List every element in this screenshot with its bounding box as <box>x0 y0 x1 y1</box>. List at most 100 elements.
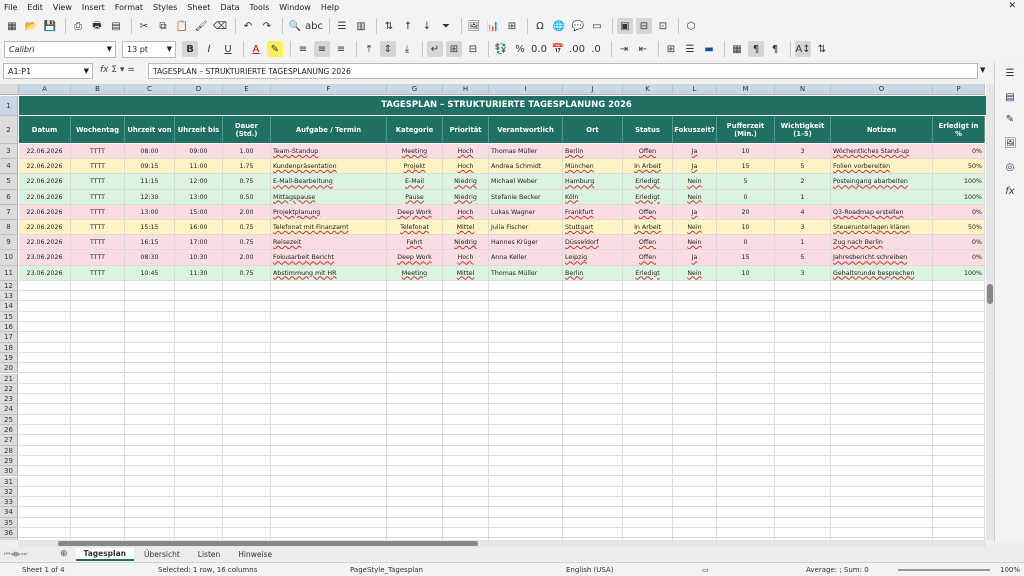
empty-cell[interactable] <box>223 311 271 322</box>
table-cell[interactable]: Erledigt <box>623 189 673 205</box>
empty-cell[interactable] <box>387 425 443 436</box>
table-cell[interactable]: Andrea Schmidt <box>489 159 563 175</box>
find-replace-icon[interactable]: 🔍 <box>287 18 303 34</box>
table-cell[interactable]: Niedrig <box>443 235 489 251</box>
row-header[interactable]: 9 <box>0 235 18 251</box>
empty-cell[interactable] <box>125 528 175 539</box>
tab-3[interactable]: Listen <box>190 549 228 560</box>
empty-cell[interactable] <box>831 414 933 425</box>
table-cell[interactable]: Posteingang abarbeiten <box>831 174 933 190</box>
empty-cell[interactable] <box>175 445 223 456</box>
empty-cell[interactable] <box>175 383 223 395</box>
row-header[interactable]: 31 <box>0 476 18 487</box>
special-character-icon[interactable]: Ω <box>532 18 548 34</box>
empty-cell[interactable] <box>19 486 71 498</box>
save-icon[interactable]: 💾 <box>42 18 58 34</box>
menu-item-styles[interactable]: Styles <box>153 3 177 12</box>
empty-cell[interactable] <box>673 414 717 425</box>
empty-cell[interactable] <box>933 455 985 467</box>
empty-cell[interactable] <box>673 291 717 302</box>
empty-cell[interactable] <box>71 352 125 364</box>
table-cell[interactable]: TTTT <box>71 144 125 160</box>
empty-cell[interactable] <box>387 517 443 528</box>
empty-cell[interactable] <box>19 311 71 322</box>
spelling-icon[interactable]: abc <box>305 18 323 34</box>
add-sheet-icon[interactable]: ⊕ <box>60 549 68 559</box>
column-icon[interactable]: ▥ <box>353 18 369 34</box>
column-title[interactable]: Datum <box>19 116 71 143</box>
column-title[interactable]: Status <box>623 116 673 143</box>
empty-cell[interactable] <box>831 507 933 518</box>
empty-cell[interactable] <box>443 301 489 312</box>
functions-icon[interactable]: fx <box>1004 186 1016 198</box>
table-cell[interactable]: 1.00 <box>223 144 271 160</box>
menu-item-sheet[interactable]: Sheet <box>187 3 210 12</box>
empty-cell[interactable] <box>933 373 985 384</box>
table-cell[interactable]: Thomas Müller <box>489 265 563 281</box>
empty-cell[interactable] <box>775 383 831 395</box>
empty-cell[interactable] <box>673 342 717 353</box>
table-cell[interactable]: In Arbeit <box>623 159 673 175</box>
empty-cell[interactable] <box>19 332 71 343</box>
empty-cell[interactable] <box>775 486 831 498</box>
empty-cell[interactable] <box>933 363 985 374</box>
table-cell[interactable]: 0.75 <box>223 265 271 281</box>
empty-cell[interactable] <box>489 497 563 508</box>
align-left-icon[interactable]: ≡ <box>295 41 311 57</box>
menu-item-tools[interactable]: Tools <box>250 3 270 12</box>
empty-cell[interactable] <box>19 507 71 518</box>
border-color-icon[interactable]: ▬ <box>701 41 717 57</box>
empty-cell[interactable] <box>125 311 175 322</box>
empty-cell[interactable] <box>125 435 175 446</box>
empty-cell[interactable] <box>19 435 71 446</box>
empty-cell[interactable] <box>775 435 831 446</box>
column-header-j[interactable]: J <box>563 84 623 95</box>
empty-cell[interactable] <box>563 280 623 292</box>
table-cell[interactable]: 09:00 <box>175 144 223 160</box>
table-cell[interactable]: Thomas Müller <box>489 144 563 160</box>
table-cell[interactable]: 15 <box>717 159 775 175</box>
empty-cell[interactable] <box>71 435 125 446</box>
empty-cell[interactable] <box>271 373 387 384</box>
empty-cell[interactable] <box>563 517 623 528</box>
empty-cell[interactable] <box>387 486 443 498</box>
empty-cell[interactable] <box>933 445 985 456</box>
empty-cell[interactable] <box>271 455 387 467</box>
empty-cell[interactable] <box>223 497 271 508</box>
empty-cell[interactable] <box>175 291 223 302</box>
empty-cell[interactable] <box>125 507 175 518</box>
empty-cell[interactable] <box>933 466 985 477</box>
empty-cell[interactable] <box>125 394 175 405</box>
row-header[interactable]: 22 <box>0 383 18 395</box>
table-cell[interactable]: Offen <box>623 144 673 160</box>
empty-cell[interactable] <box>443 435 489 446</box>
table-cell[interactable]: Hamburg <box>563 174 623 190</box>
table-cell[interactable]: 17:00 <box>175 235 223 251</box>
table-cell[interactable]: 22.06.2026 <box>19 189 71 205</box>
empty-cell[interactable] <box>717 507 775 518</box>
row-header[interactable]: 3 <box>0 144 18 160</box>
empty-cell[interactable] <box>933 414 985 425</box>
currency-format-icon[interactable]: 💱 <box>493 41 509 57</box>
empty-cell[interactable] <box>223 476 271 487</box>
empty-cell[interactable] <box>717 517 775 528</box>
empty-cell[interactable] <box>563 404 623 415</box>
empty-cell[interactable] <box>831 476 933 487</box>
table-cell[interactable]: TTTT <box>71 204 125 220</box>
empty-cell[interactable] <box>175 476 223 487</box>
table-cell[interactable]: Fokusarbeit Bericht <box>271 250 387 266</box>
row-header[interactable]: 12 <box>0 280 18 292</box>
column-header-k[interactable]: K <box>623 84 673 95</box>
empty-cell[interactable] <box>443 342 489 353</box>
empty-cell[interactable] <box>717 342 775 353</box>
table-cell[interactable]: Reisezeit <box>271 235 387 251</box>
table-cell[interactable]: Michael Weber <box>489 174 563 190</box>
empty-cell[interactable] <box>563 301 623 312</box>
empty-cell[interactable] <box>19 517 71 528</box>
empty-cell[interactable] <box>933 342 985 353</box>
freeze-rows-columns-icon[interactable]: ⊟ <box>636 18 652 34</box>
empty-cell[interactable] <box>19 280 71 292</box>
empty-cell[interactable] <box>71 280 125 292</box>
empty-cell[interactable] <box>831 404 933 415</box>
empty-cell[interactable] <box>223 414 271 425</box>
